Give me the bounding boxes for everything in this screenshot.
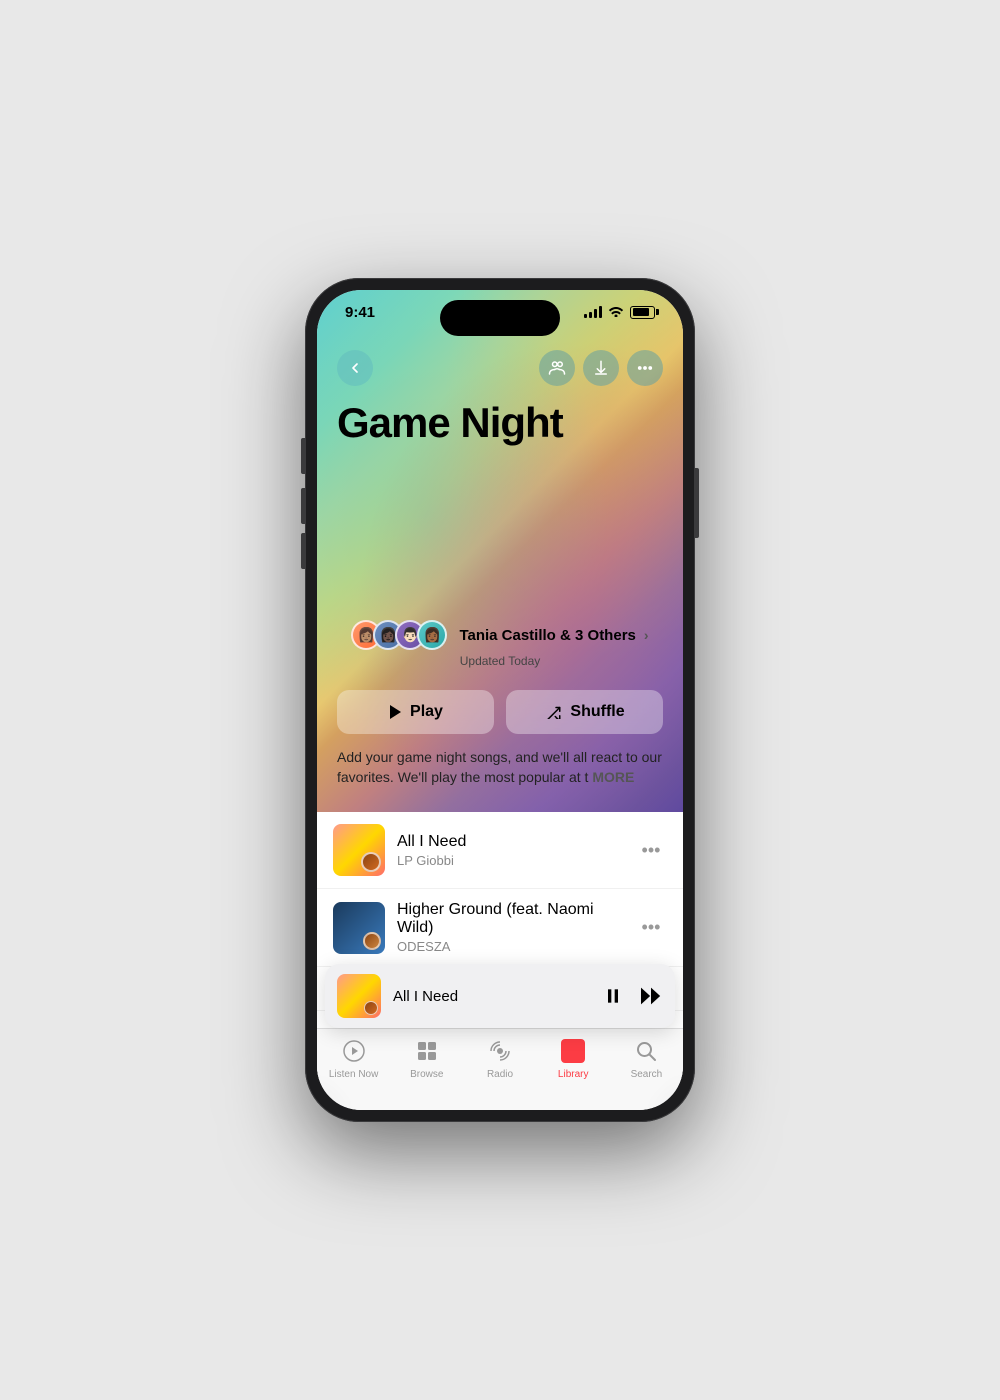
avatar-4: 👩🏾	[417, 620, 447, 650]
song-title-2: Higher Ground (feat. Naomi Wild)	[397, 901, 623, 937]
download-button[interactable]	[583, 350, 619, 386]
tab-search-label: Search	[631, 1069, 663, 1080]
more-link[interactable]: MORE	[592, 769, 634, 785]
nav-right-buttons	[539, 350, 663, 386]
song-item-1[interactable]: All I Need LP Giobbi •••	[317, 812, 683, 889]
tab-library-label: Library	[558, 1069, 589, 1080]
tab-listen-now-label: Listen Now	[329, 1069, 378, 1080]
now-playing-controls	[603, 986, 663, 1006]
tab-radio-label: Radio	[487, 1069, 513, 1080]
song-info-1: All I Need LP Giobbi	[397, 833, 623, 868]
navigation-bar	[317, 342, 683, 394]
play-label: Play	[410, 703, 443, 721]
tab-browse-label: Browse	[410, 1069, 443, 1080]
listen-now-icon	[340, 1037, 368, 1065]
library-icon	[559, 1037, 587, 1065]
more-options-button[interactable]	[627, 350, 663, 386]
play-button[interactable]: Play	[337, 690, 494, 734]
browse-icon	[413, 1037, 441, 1065]
now-playing-title: All I Need	[393, 988, 591, 1005]
playlist-description: Add your game night songs, and we'll all…	[337, 748, 663, 787]
updated-text: Updated Today	[460, 654, 541, 668]
shuffle-label: Shuffle	[570, 703, 624, 721]
tab-search[interactable]: Search	[610, 1037, 683, 1080]
song-artwork-2	[333, 902, 385, 954]
collaborators-section: 👩🏽 👩🏿 👨🏻 👩🏾 Tania Castillo & 3 Others › …	[317, 620, 683, 668]
phone-device: 9:41	[305, 278, 695, 1122]
song-more-button-1[interactable]: •••	[635, 834, 667, 866]
dynamic-island	[440, 300, 560, 336]
tab-browse[interactable]: Browse	[390, 1037, 463, 1080]
collaborators-row[interactable]: 👩🏽 👩🏿 👨🏻 👩🏾 Tania Castillo & 3 Others ›	[351, 620, 648, 650]
song-artist-2: ODESZA	[397, 939, 623, 954]
status-time: 9:41	[345, 304, 375, 321]
forward-button[interactable]	[639, 986, 663, 1006]
status-icons	[584, 304, 655, 320]
song-artist-1: LP Giobbi	[397, 853, 623, 868]
tab-radio[interactable]: Radio	[463, 1037, 536, 1080]
playlist-title: Game Night	[337, 400, 663, 446]
tab-library[interactable]: Library	[537, 1037, 610, 1080]
signal-bars-icon	[584, 306, 602, 318]
search-icon	[632, 1037, 660, 1065]
wifi-icon	[608, 304, 624, 320]
action-buttons: Play Shuffle	[337, 690, 663, 734]
song-item-2[interactable]: Higher Ground (feat. Naomi Wild) ODESZA …	[317, 889, 683, 967]
song-more-button-2[interactable]: •••	[635, 912, 667, 944]
tab-listen-now[interactable]: Listen Now	[317, 1037, 390, 1080]
battery-fill	[633, 308, 649, 316]
collaborators-name: Tania Castillo & 3 Others	[459, 627, 635, 644]
song-artwork-1	[333, 824, 385, 876]
share-collab-button[interactable]	[539, 350, 575, 386]
pause-button[interactable]	[603, 986, 623, 1006]
back-button[interactable]	[337, 350, 373, 386]
now-playing-artwork	[337, 974, 381, 1018]
radio-icon	[486, 1037, 514, 1065]
song-info-2: Higher Ground (feat. Naomi Wild) ODESZA	[397, 901, 623, 954]
avatar-stack: 👩🏽 👩🏿 👨🏻 👩🏾	[351, 620, 447, 650]
phone-screen: 9:41	[317, 290, 683, 1110]
tab-bar: Listen Now Browse	[317, 1028, 683, 1110]
song-title-1: All I Need	[397, 833, 623, 851]
battery-icon	[630, 306, 655, 319]
playlist-title-section: Game Night	[337, 400, 663, 446]
chevron-right-icon: ›	[644, 627, 649, 643]
now-playing-bar[interactable]: All I Need	[325, 964, 675, 1028]
shuffle-button[interactable]: Shuffle	[506, 690, 663, 734]
